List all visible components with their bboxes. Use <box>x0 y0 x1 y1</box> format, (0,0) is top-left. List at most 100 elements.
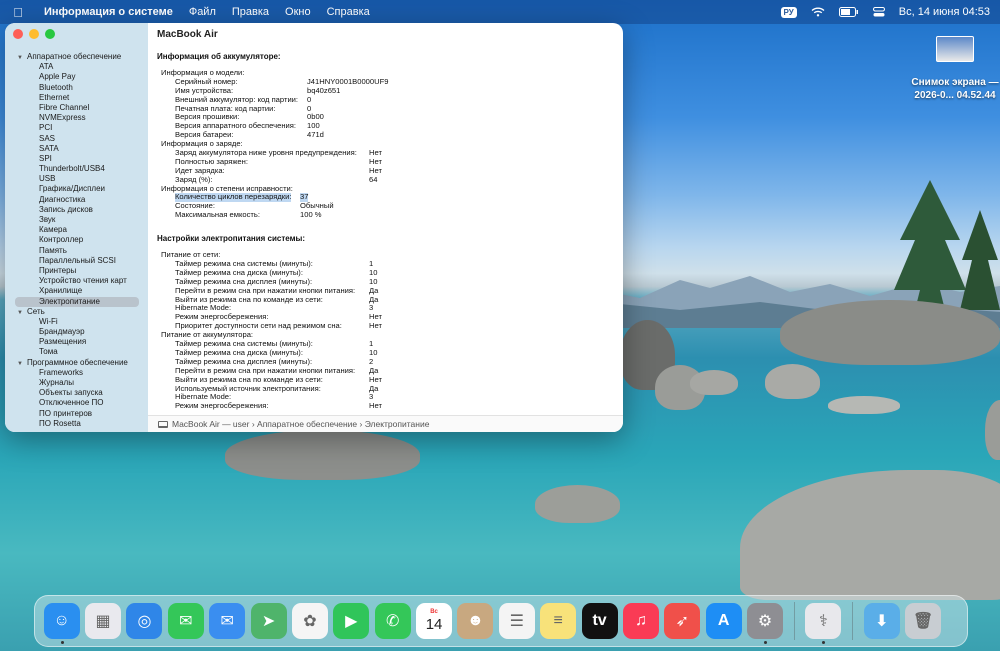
sidebar-group[interactable]: ▼ Сеть <box>17 307 145 317</box>
sidebar-item-label: Камера <box>39 225 67 235</box>
menu-window[interactable]: Окно <box>277 6 319 18</box>
safari-icon[interactable]: ◎ <box>126 603 163 639</box>
appstore-icon[interactable]: A <box>705 603 742 639</box>
sidebar-item[interactable]: Память <box>17 246 145 256</box>
menu-edit[interactable]: Правка <box>224 6 277 18</box>
chevron-down-icon[interactable]: ▼ <box>17 308 27 318</box>
sidebar-item-selected[interactable]: Электропитание <box>15 296 139 307</box>
menu-file[interactable]: Файл <box>181 6 224 18</box>
sidebar-group[interactable]: ▼ Программное обеспечение <box>17 358 145 368</box>
sidebar-item[interactable]: Ethernet <box>17 93 145 103</box>
sidebar-item-label: NVMExpress <box>39 113 86 123</box>
sidebar-item-label: ПО принтеров <box>39 408 93 418</box>
sidebar-item[interactable]: Журналы <box>17 378 145 388</box>
chevron-down-icon[interactable]: ▼ <box>17 53 27 63</box>
sidebar-item[interactable]: Принтеры <box>17 266 145 276</box>
dock-glyph: ☺ <box>53 612 70 629</box>
info-value: 471d <box>307 130 324 140</box>
control-center-icon[interactable] <box>872 7 885 17</box>
sidebar-item[interactable]: Параллельный SCSI <box>17 256 145 266</box>
sidebar-item[interactable]: Wi-Fi <box>17 317 145 327</box>
rock <box>780 300 1000 365</box>
sidebar-item-label: Fibre Channel <box>39 102 90 112</box>
battery-section-title: Информация об аккумуляторе: <box>157 52 281 61</box>
running-indicator <box>764 641 768 644</box>
sidebar-item[interactable]: Frameworks <box>17 368 145 378</box>
sidebar-item[interactable]: PCI <box>17 123 145 133</box>
path-bar-text[interactable]: MacBook Air — user › Аппаратное обеспече… <box>172 419 429 429</box>
photos-icon[interactable]: ✿ <box>291 603 328 639</box>
appletv-icon[interactable]: tv <box>581 603 618 639</box>
maps-icon[interactable]: ➤ <box>250 603 287 639</box>
menu-app-name[interactable]: Информация о системе <box>36 6 181 18</box>
sidebar-item-label: Отключенное ПО <box>39 398 104 408</box>
reminders-icon[interactable]: ☰ <box>498 603 535 639</box>
sidebar-item[interactable]: SPI <box>17 154 145 164</box>
window-controls <box>13 29 55 39</box>
input-source-badge[interactable]: РУ <box>780 6 797 18</box>
menu-help[interactable]: Справка <box>319 6 378 18</box>
sidebar-item-label: SAS <box>39 133 56 143</box>
sidebar-item[interactable]: ПО принтеров <box>17 409 145 419</box>
dock-glyph: ⬇ <box>875 613 889 630</box>
desktop-screenshot-file[interactable]: Снимок экрана — 2026-0... 04.52.44 <box>910 36 1000 102</box>
chevron-down-icon[interactable]: ▼ <box>17 359 27 369</box>
file-name-line2: 2026-0... 04.52.44 <box>914 90 996 101</box>
notes-icon[interactable]: ≡ <box>540 603 577 639</box>
sidebar-item[interactable]: Графика/Дисплеи <box>17 184 145 194</box>
info-key: Максимальная емкость: <box>175 210 260 220</box>
report-content[interactable]: Информация об аккумуляторе: Информация о… <box>157 51 617 411</box>
sidebar-item[interactable]: Размещения <box>17 337 145 347</box>
system-information-icon[interactable]: ⚕ <box>805 603 842 644</box>
sidebar-item[interactable]: Bluetooth <box>17 83 145 93</box>
contacts-icon[interactable]: ☻ <box>457 603 494 639</box>
downloads-folder-icon[interactable]: ⬇ <box>863 603 900 639</box>
sidebar-item[interactable]: USB <box>17 174 145 184</box>
sidebar-item[interactable]: SATA <box>17 144 145 154</box>
sidebar-item[interactable]: Fibre Channel <box>17 103 145 113</box>
sidebar-item[interactable]: Apple Pay <box>17 72 145 82</box>
dock-glyph: ◎ <box>137 613 152 630</box>
sidebar-item[interactable]: Камера <box>17 225 145 235</box>
music-icon[interactable]: ♫ <box>622 603 659 639</box>
battery-icon[interactable] <box>838 7 859 17</box>
finder-icon[interactable]: ☺ <box>43 603 80 644</box>
calendar-icon[interactable]: Вс 14 <box>416 603 453 639</box>
sidebar-item-label: Диагностика <box>39 194 86 204</box>
messages-icon[interactable]: ✉ <box>167 603 204 639</box>
mail-icon[interactable]: ✉ <box>209 603 246 639</box>
zoom-button[interactable] <box>45 29 55 39</box>
minimize-button[interactable] <box>29 29 39 39</box>
rocket-icon[interactable]: ➶ <box>664 603 701 639</box>
close-button[interactable] <box>13 29 23 39</box>
wifi-icon[interactable] <box>811 7 825 17</box>
sidebar-item[interactable]: Объекты запуска <box>17 388 145 398</box>
sidebar-item[interactable]: Тома <box>17 347 145 357</box>
apple-icon[interactable]:  <box>0 5 36 20</box>
sidebar-item[interactable]: ATA <box>17 62 145 72</box>
sidebar-item[interactable]: Контроллер <box>17 235 145 245</box>
dock-glyph: ✿ <box>303 613 317 630</box>
sidebar-item[interactable]: Хранилище <box>17 286 145 296</box>
phone-icon[interactable]: ✆ <box>374 603 411 639</box>
sidebar-item[interactable]: SAS <box>17 134 145 144</box>
sidebar-item[interactable]: ПО Rosetta <box>17 419 145 429</box>
sidebar-item[interactable]: Диагностика <box>17 195 145 205</box>
sidebar-item[interactable]: Отключенное ПО <box>17 398 145 408</box>
sidebar-item[interactable]: Брандмауэр <box>17 327 145 337</box>
sidebar-item[interactable]: Запись дисков <box>17 205 145 215</box>
launchpad-icon[interactable]: ▦ <box>85 603 122 639</box>
sidebar-item[interactable]: Звук <box>17 215 145 225</box>
rock <box>740 470 1000 600</box>
sidebar-item[interactable]: NVMExpress <box>17 113 145 123</box>
facetime-icon[interactable]: ▶ <box>333 603 370 639</box>
menubar-clock[interactable]: Вс, 14 июня 04:53 <box>899 6 990 18</box>
sidebar-group[interactable]: ▼ Аппаратное обеспечение <box>17 52 145 62</box>
sidebar-item-label: Звук <box>39 215 56 224</box>
sidebar-item[interactable]: Thunderbolt/USB4 <box>17 164 145 174</box>
dock-glyph: ➶ <box>675 613 690 630</box>
settings-icon[interactable]: ⚙ <box>747 603 784 644</box>
rock <box>535 485 620 523</box>
sidebar-item[interactable]: Устройство чтения карт <box>17 276 145 286</box>
trash-icon[interactable]: 🗑 <box>905 603 942 639</box>
